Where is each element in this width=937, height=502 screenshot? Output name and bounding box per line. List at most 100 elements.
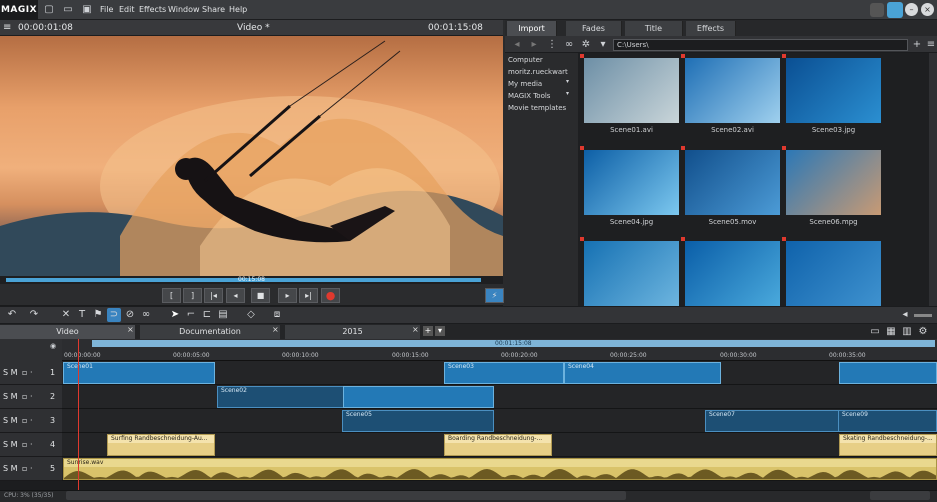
eraser-icon[interactable]: ◇ [244, 308, 258, 322]
clip-scene03[interactable]: Scene03 [444, 362, 564, 384]
tab-title[interactable]: Title [625, 21, 683, 36]
media-scrollbar[interactable] [929, 53, 937, 306]
mark-out-button[interactable]: ] [183, 288, 202, 303]
playhead[interactable] [78, 339, 79, 490]
zoom-slider[interactable] [870, 491, 930, 500]
storyboard-icon[interactable]: ▤ [216, 308, 230, 322]
close-icon[interactable]: × [921, 3, 934, 16]
media-thumbnail[interactable] [584, 58, 679, 123]
tree-view-icon[interactable]: ⋮ [545, 38, 559, 52]
clip-scene05[interactable]: Scene05 [342, 410, 494, 432]
go-to-start-button[interactable]: |◂ [204, 288, 223, 303]
title-icon[interactable]: T [75, 308, 89, 322]
lock-icon[interactable]: ▫ · [22, 368, 33, 377]
solo-mute-toggles[interactable]: S M [3, 416, 18, 425]
track-header[interactable]: S M ▫ · 3 [0, 409, 62, 433]
solo-mute-toggles[interactable]: S M [3, 368, 18, 377]
storyboard-mode-icon[interactable]: ▦ [884, 325, 898, 339]
tab-effects[interactable]: Effects [686, 21, 736, 36]
timeline-mode-icon[interactable]: ▭ [868, 325, 882, 339]
menu-more-icon[interactable]: ≡ [924, 38, 937, 52]
tree-item-user[interactable]: moritz.rueckwart [508, 66, 568, 78]
settings-icon[interactable] [870, 3, 884, 17]
menu-window[interactable]: Window [168, 0, 200, 20]
tree-item-my-media[interactable]: My media [508, 78, 542, 90]
add-icon[interactable]: + [910, 38, 924, 52]
group-icon[interactable]: ∞ [139, 308, 153, 322]
play-button[interactable]: ▸ [278, 288, 297, 303]
volume-slider[interactable] [914, 314, 932, 317]
mixer-icon[interactable]: ⚙ [916, 325, 930, 339]
menu-edit[interactable]: Edit [119, 0, 135, 20]
new-file-icon[interactable]: ▢ [42, 3, 56, 17]
multicam-icon[interactable]: ▥ [900, 325, 914, 339]
media-thumbnail[interactable] [685, 58, 780, 123]
forward-icon[interactable]: ▸ [527, 38, 541, 52]
clip-track1-end[interactable] [839, 362, 937, 384]
gear-icon[interactable]: ✲ [579, 38, 593, 52]
lock-icon[interactable]: ▫ · [22, 440, 33, 449]
save-icon[interactable]: ▣ [80, 3, 94, 17]
hamburger-icon[interactable]: ≡ [3, 20, 11, 36]
trim-icon[interactable]: ⊏ [200, 308, 214, 322]
clip-scene04[interactable]: Scene04 [564, 362, 721, 384]
media-thumbnail[interactable] [786, 150, 881, 215]
view-options-icon[interactable]: ▾ [596, 38, 610, 52]
lock-icon[interactable]: ▫ · [22, 392, 33, 401]
solo-mute-toggles[interactable]: S M [3, 464, 18, 473]
clip-scene01[interactable]: Scene01 [63, 362, 215, 384]
tree-item-computer[interactable]: Computer [508, 54, 543, 66]
close-tab-icon[interactable]: × [272, 325, 279, 334]
media-thumbnail[interactable] [584, 241, 679, 306]
delete-icon[interactable]: ✕ [59, 308, 73, 322]
eye-icon[interactable]: ◉ [50, 342, 56, 350]
range-icon[interactable]: ⌐ [184, 308, 198, 322]
tree-item-movie-templates[interactable]: Movie templates [508, 102, 566, 114]
media-thumbnail[interactable] [786, 58, 881, 123]
title-clip-surfing[interactable]: Surfing Randbeschneidung-Au... [107, 434, 215, 456]
track-header[interactable]: S M ▫ · 5 [0, 457, 62, 481]
lock-icon[interactable]: ▫ · [22, 464, 33, 473]
menu-share[interactable]: Share [202, 0, 225, 20]
tab-fades[interactable]: Fades [566, 21, 622, 36]
chevron-down-icon[interactable]: ▾ [566, 78, 569, 85]
go-to-end-button[interactable]: ▸| [299, 288, 318, 303]
tab-list-icon[interactable]: ▾ [435, 326, 445, 336]
media-thumbnail[interactable] [685, 150, 780, 215]
marker-icon[interactable]: ⚑ [91, 308, 105, 322]
title-clip-skating[interactable]: Skating Randbeschneidung-... [839, 434, 937, 456]
timeline-tab-2015[interactable]: 2015 [285, 325, 420, 339]
close-tab-icon[interactable]: × [412, 325, 419, 334]
fit-icon[interactable]: ⧈ [270, 308, 284, 322]
clip-scene09[interactable]: Scene09 [838, 410, 937, 432]
solo-mute-toggles[interactable]: S M [3, 392, 18, 401]
link-icon[interactable]: ⊘ [123, 308, 137, 322]
back-icon[interactable]: ◂ [510, 38, 524, 52]
timeline-hscrollbar[interactable] [66, 491, 626, 500]
open-folder-icon[interactable]: ▭ [61, 3, 75, 17]
media-thumbnail[interactable] [685, 241, 780, 306]
mark-in-button[interactable]: [ [162, 288, 181, 303]
media-thumbnail[interactable] [584, 150, 679, 215]
minimize-icon[interactable]: – [905, 3, 918, 16]
close-tab-icon[interactable]: × [127, 325, 134, 334]
redo-icon[interactable]: ↷ [27, 308, 41, 322]
video-preview[interactable] [0, 36, 503, 276]
volume-icon[interactable]: ◂ [898, 308, 912, 322]
lock-icon[interactable]: ▫ · [22, 416, 33, 425]
clip-scene07[interactable]: Scene07 [705, 410, 840, 432]
solo-mute-toggles[interactable]: S M [3, 440, 18, 449]
snap-icon[interactable]: ⊃ [107, 308, 121, 322]
track-header[interactable]: S M ▫ · 2 [0, 385, 62, 409]
binoculars-icon[interactable]: ∞ [562, 38, 576, 52]
view-toggle-icon[interactable] [887, 2, 903, 18]
timeline-tab-documentation[interactable]: Documentation [140, 325, 280, 339]
media-thumbnail[interactable] [786, 241, 881, 306]
add-tab-icon[interactable]: + [423, 326, 433, 336]
timeline-tab-video[interactable]: Video [0, 325, 135, 339]
track-header[interactable]: S M ▫ · 4 [0, 433, 62, 457]
clip-scene02-transition[interactable] [343, 386, 494, 408]
previous-frame-button[interactable]: ◂ [226, 288, 245, 303]
tree-item-magix-tools[interactable]: MAGIX Tools [508, 90, 550, 102]
track-lane[interactable] [62, 385, 937, 409]
